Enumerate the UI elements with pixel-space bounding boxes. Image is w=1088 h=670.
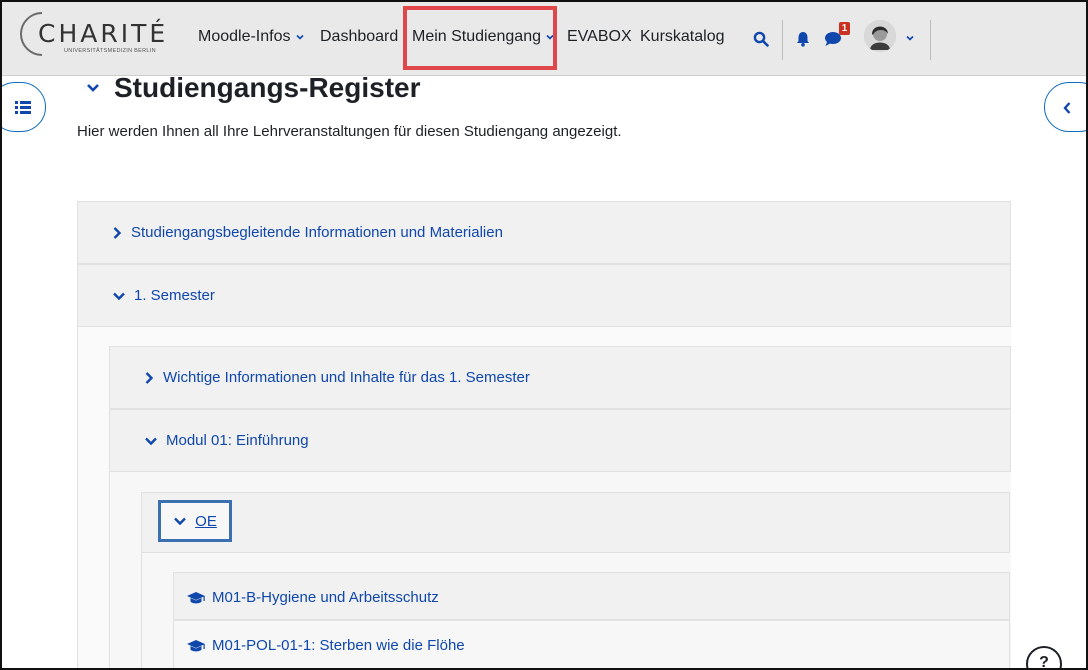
course-title: M01-B-Hygiene und Arbeitsschutz <box>212 589 439 606</box>
section-label-wichtige: Wichtige Informationen und Inhalte für d… <box>163 369 530 386</box>
intro-text: Hier werden Ihnen all Ihre Lehrveranstal… <box>77 123 622 140</box>
section-row-semester-1[interactable]: 1. Semester <box>77 264 1011 327</box>
course-link-pol-01-1[interactable]: M01-POL-01-1: Sterben wie die Flöhe <box>186 637 465 654</box>
logo-text: CHARITÉ <box>38 19 169 48</box>
course-index-toggle[interactable] <box>2 82 46 132</box>
section-row-wichtige[interactable]: Wichtige Informationen und Inhalte für d… <box>109 346 1011 409</box>
chevron-down-icon <box>113 292 125 300</box>
bell-icon[interactable] <box>796 31 810 47</box>
nav-dashboard[interactable]: Dashboard <box>320 28 398 46</box>
section-row-info[interactable]: Studiengangsbegleitende Informationen un… <box>77 201 1011 264</box>
nav-evabox-label: EVABOX <box>567 28 632 45</box>
page-title[interactable]: Studiengangs-Register <box>86 72 420 104</box>
section-label-oe: OE <box>195 512 217 530</box>
chevron-down-icon[interactable] <box>905 33 915 43</box>
section-row-oe <box>141 492 1010 553</box>
course-link-hygiene[interactable]: M01-B-Hygiene und Arbeitsschutz <box>186 589 439 606</box>
charite-logo[interactable]: CHARITÉ UNIVERSITÄTSMEDIZIN BERLIN <box>20 10 180 66</box>
section-row-modul-01[interactable]: Modul 01: Einführung <box>109 409 1011 472</box>
graduation-cap-icon <box>187 591 205 603</box>
chevron-down-icon <box>87 84 99 92</box>
search-icon[interactable] <box>753 31 769 47</box>
section-label-semester-1: 1. Semester <box>134 287 215 304</box>
nav-divider <box>782 20 783 60</box>
nav-moodle-infos-label: Moodle-Infos <box>198 28 291 45</box>
message-count-badge: 1 <box>839 22 850 35</box>
chevron-right-icon <box>145 371 154 384</box>
chevron-down-icon <box>295 34 304 40</box>
top-navbar: CHARITÉ UNIVERSITÄTSMEDIZIN BERLIN Moodl… <box>2 2 1086 76</box>
nav-moodle-infos[interactable]: Moodle-Infos <box>198 28 305 46</box>
nav-evabox[interactable]: EVABOX <box>567 28 632 46</box>
nav-kurskatalog-label: Kurskatalog <box>640 28 725 45</box>
chevron-right-icon <box>113 226 122 239</box>
help-button[interactable]: ? <box>1026 646 1062 668</box>
chevron-left-icon <box>1063 102 1071 114</box>
list-icon <box>15 101 31 114</box>
nav-kurskatalog[interactable]: Kurskatalog <box>640 28 725 46</box>
highlight-box <box>403 6 557 70</box>
page-title-text: Studiengangs-Register <box>114 72 421 103</box>
course-title: M01-POL-01-1: Sterben wie die Flöhe <box>212 637 465 654</box>
section-label-info: Studiengangsbegleitende Informationen un… <box>131 224 503 241</box>
page-frame: CHARITÉ UNIVERSITÄTSMEDIZIN BERLIN Moodl… <box>0 0 1088 670</box>
graduation-cap-icon <box>187 639 205 651</box>
section-label-modul-01: Modul 01: Einführung <box>166 432 309 449</box>
user-avatar-image <box>864 20 896 52</box>
avatar[interactable] <box>864 20 896 52</box>
logo-subtitle: UNIVERSITÄTSMEDIZIN BERLIN <box>64 48 156 54</box>
chevron-down-icon <box>174 517 187 526</box>
section-toggle-oe[interactable]: OE <box>158 500 232 542</box>
chevron-down-icon <box>145 437 157 445</box>
block-drawer-toggle[interactable] <box>1044 82 1086 132</box>
nav-divider <box>930 20 931 60</box>
nav-dashboard-label: Dashboard <box>320 28 399 45</box>
